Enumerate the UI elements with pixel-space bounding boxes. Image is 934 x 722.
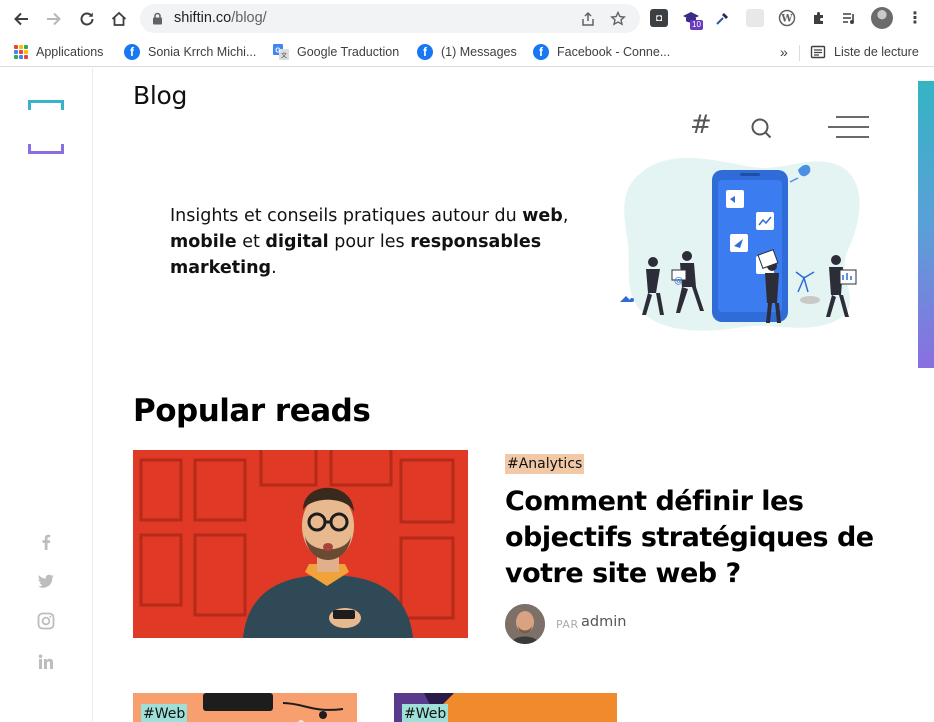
wordpress-icon[interactable]: W xyxy=(778,9,796,27)
bookmark-star-icon[interactable] xyxy=(610,10,626,27)
featured-article-image[interactable] xyxy=(133,450,468,638)
bookmark-label: Applications xyxy=(36,45,104,59)
svg-text:W: W xyxy=(780,14,793,25)
reading-list-button[interactable]: Liste de lecture xyxy=(810,42,919,62)
bookmark-sonia[interactable]: f Sonia Krrch Michi... xyxy=(124,42,256,62)
category-tag-web[interactable]: #Web xyxy=(141,704,188,722)
bookmark-label: (1) Messages xyxy=(441,45,517,59)
extension-grid-icon[interactable] xyxy=(746,9,764,27)
address-bar[interactable]: shiftin.co/blog/ xyxy=(140,4,640,33)
facebook-icon: f xyxy=(124,44,140,60)
scroll-progress-bar xyxy=(918,81,934,368)
reload-icon[interactable] xyxy=(76,8,98,30)
author-name[interactable]: admin xyxy=(581,614,626,630)
reading-list-label: Liste de lecture xyxy=(834,45,919,59)
bookmark-label: Google Traduction xyxy=(297,45,400,59)
category-tag-analytics[interactable]: #Analytics xyxy=(505,454,585,474)
bookmark-messages[interactable]: f (1) Messages xyxy=(417,42,517,62)
author-avatar[interactable] xyxy=(505,604,545,644)
bookmarks-bar: Applications f Sonia Krrch Michi... G文 G… xyxy=(0,37,934,67)
blog-page: Blog # Insights et conseils pratiques au… xyxy=(0,68,934,722)
twitter-icon[interactable] xyxy=(36,571,56,591)
section-title-popular: Popular reads xyxy=(133,393,371,429)
svg-text:@: @ xyxy=(674,276,683,286)
back-icon[interactable] xyxy=(10,8,32,30)
more-bookmarks-button[interactable]: » xyxy=(780,42,788,62)
bookmark-applications[interactable]: Applications xyxy=(14,42,103,62)
reading-list-icon xyxy=(810,44,826,60)
facebook-icon[interactable] xyxy=(36,532,56,552)
url-host: shiftin.co xyxy=(174,10,232,26)
facebook-icon: f xyxy=(417,44,433,60)
linkedin-icon[interactable] xyxy=(36,652,56,672)
bookmark-label: Sonia Krrch Michi... xyxy=(148,45,257,59)
search-icon[interactable] xyxy=(750,117,773,145)
hamburger-menu-icon[interactable] xyxy=(828,115,870,144)
lock-icon xyxy=(152,12,163,30)
url-path: /blog/ xyxy=(231,10,267,26)
intro-text: Insights et conseils pratiques autour du… xyxy=(170,206,569,278)
author-prefix: PAR xyxy=(556,618,579,631)
svg-text:文: 文 xyxy=(281,52,287,60)
forward-icon[interactable] xyxy=(43,8,65,30)
more-menu-icon[interactable]: ⋮ xyxy=(906,9,924,27)
instagram-icon[interactable] xyxy=(36,611,56,631)
bookmark-google-traduction[interactable]: G文 Google Traduction xyxy=(273,42,399,62)
apps-grid-icon xyxy=(14,45,28,59)
featured-article-title[interactable]: Comment définir les objectifs stratégiqu… xyxy=(505,484,885,592)
article-card[interactable]: #Web xyxy=(394,693,617,722)
extension-badge: 10 xyxy=(690,20,703,30)
extensions-puzzle-icon[interactable] xyxy=(810,9,828,27)
share-icon[interactable] xyxy=(580,11,596,27)
bookmark-facebook[interactable]: f Facebook - Conne... xyxy=(533,42,670,62)
category-tag-web[interactable]: #Web xyxy=(402,704,449,722)
facebook-icon: f xyxy=(533,44,549,60)
hero-illustration: @ xyxy=(612,152,880,348)
bookmarks-divider xyxy=(799,45,800,61)
tags-hash-button[interactable]: # xyxy=(690,110,712,140)
google-translate-icon: G文 xyxy=(273,44,289,60)
extension-ghost-icon[interactable]: ◘ xyxy=(650,9,668,27)
bookmark-label: Facebook - Conne... xyxy=(557,45,671,59)
eyedropper-icon[interactable] xyxy=(714,9,732,27)
browser-toolbar: shiftin.co/blog/ ◘ 10 W ⋮ xyxy=(0,0,934,37)
page-title: Blog xyxy=(133,81,188,110)
article-card[interactable]: #Web xyxy=(133,693,357,722)
profile-avatar[interactable] xyxy=(871,7,893,29)
left-sidebar xyxy=(0,68,93,722)
home-icon[interactable] xyxy=(108,8,130,30)
media-playlist-icon[interactable] xyxy=(840,9,858,27)
url-text: shiftin.co/blog/ xyxy=(174,10,267,26)
site-logo[interactable] xyxy=(28,100,64,154)
